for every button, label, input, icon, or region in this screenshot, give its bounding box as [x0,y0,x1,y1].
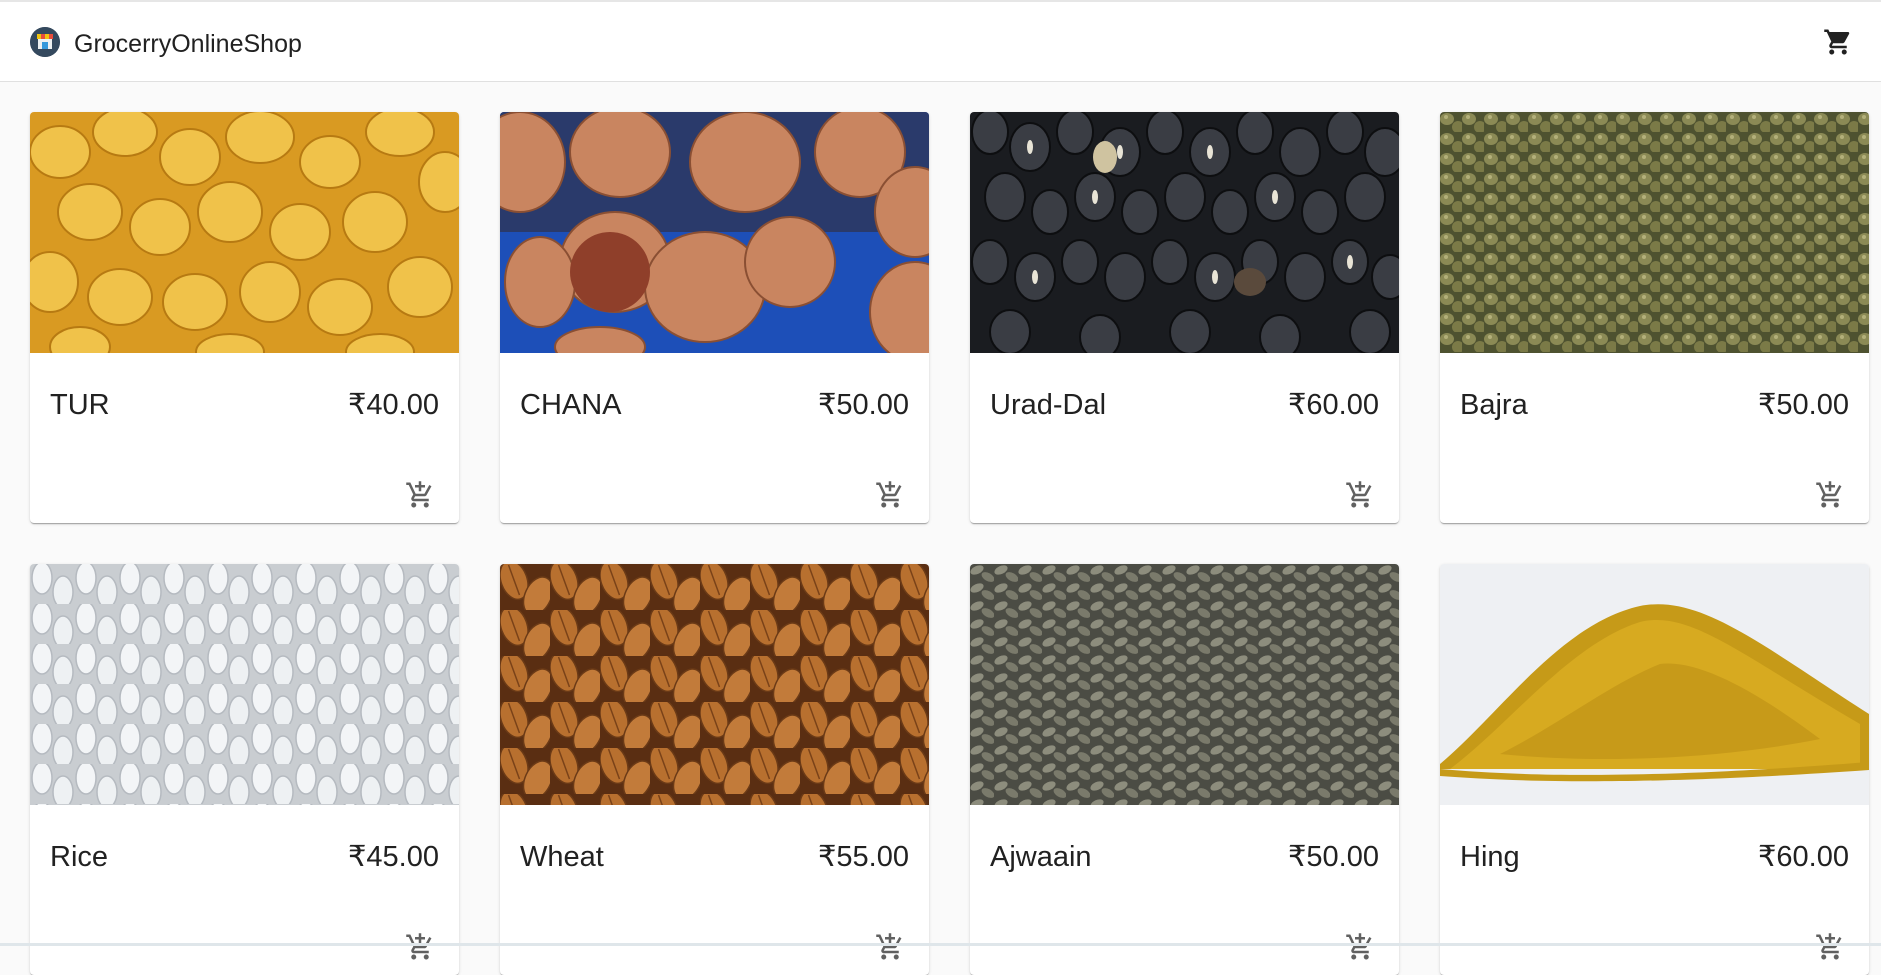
product-card[interactable]: Bajra ₹50.00 [1440,112,1869,523]
product-price: ₹50.00 [817,389,909,421]
shopping-cart-button[interactable] [1821,25,1855,59]
product-card[interactable]: CHANA ₹50.00 [500,112,929,523]
add-to-cart-button[interactable] [1813,930,1847,964]
add-shopping-cart-icon [876,933,902,960]
product-name: Rice [50,841,109,873]
product-image [30,564,459,805]
add-to-cart-button[interactable] [873,478,907,512]
product-image [970,564,1399,805]
product-image [500,564,929,805]
add-to-cart-button[interactable] [1343,478,1377,512]
add-to-cart-button[interactable] [403,478,437,512]
product-image [1440,112,1869,353]
product-name: Ajwaain [990,841,1092,873]
add-shopping-cart-icon [406,933,432,960]
product-image [1440,564,1869,805]
product-card[interactable]: Ajwaain ₹50.00 [970,564,1399,975]
product-image [30,112,459,353]
add-to-cart-button[interactable] [1343,930,1377,964]
add-shopping-cart-icon [406,481,432,508]
app-title: GrocerryOnlineShop [74,30,302,58]
add-shopping-cart-icon [1816,481,1842,508]
add-to-cart-button[interactable] [403,930,437,964]
store-icon [30,27,60,57]
product-price: ₹55.00 [817,841,909,873]
product-card[interactable]: Rice ₹45.00 [30,564,459,975]
product-name: Wheat [520,841,604,873]
add-shopping-cart-icon [1816,933,1842,960]
product-price: ₹50.00 [1287,841,1379,873]
add-shopping-cart-icon [876,481,902,508]
product-price: ₹45.00 [347,841,439,873]
product-image [970,112,1399,353]
add-shopping-cart-icon [1346,481,1372,508]
product-card[interactable]: Hing ₹60.00 [1440,564,1869,975]
product-name: TUR [50,389,110,421]
app-bar: GrocerryOnlineShop [0,2,1881,82]
add-to-cart-button[interactable] [873,930,907,964]
product-card[interactable]: Urad-Dal ₹60.00 [970,112,1399,523]
product-price: ₹60.00 [1757,841,1849,873]
product-name: CHANA [520,389,622,421]
product-price: ₹40.00 [347,389,439,421]
product-card[interactable]: Wheat ₹55.00 [500,564,929,975]
add-to-cart-button[interactable] [1813,478,1847,512]
product-image [500,112,929,353]
product-price: ₹60.00 [1287,389,1379,421]
add-shopping-cart-icon [1346,933,1372,960]
product-name: Bajra [1460,389,1528,421]
product-price: ₹50.00 [1757,389,1849,421]
product-name: Urad-Dal [990,389,1107,421]
product-name: Hing [1460,841,1520,873]
product-card[interactable]: TUR ₹40.00 [30,112,459,523]
shopping-cart-icon [1824,29,1850,55]
